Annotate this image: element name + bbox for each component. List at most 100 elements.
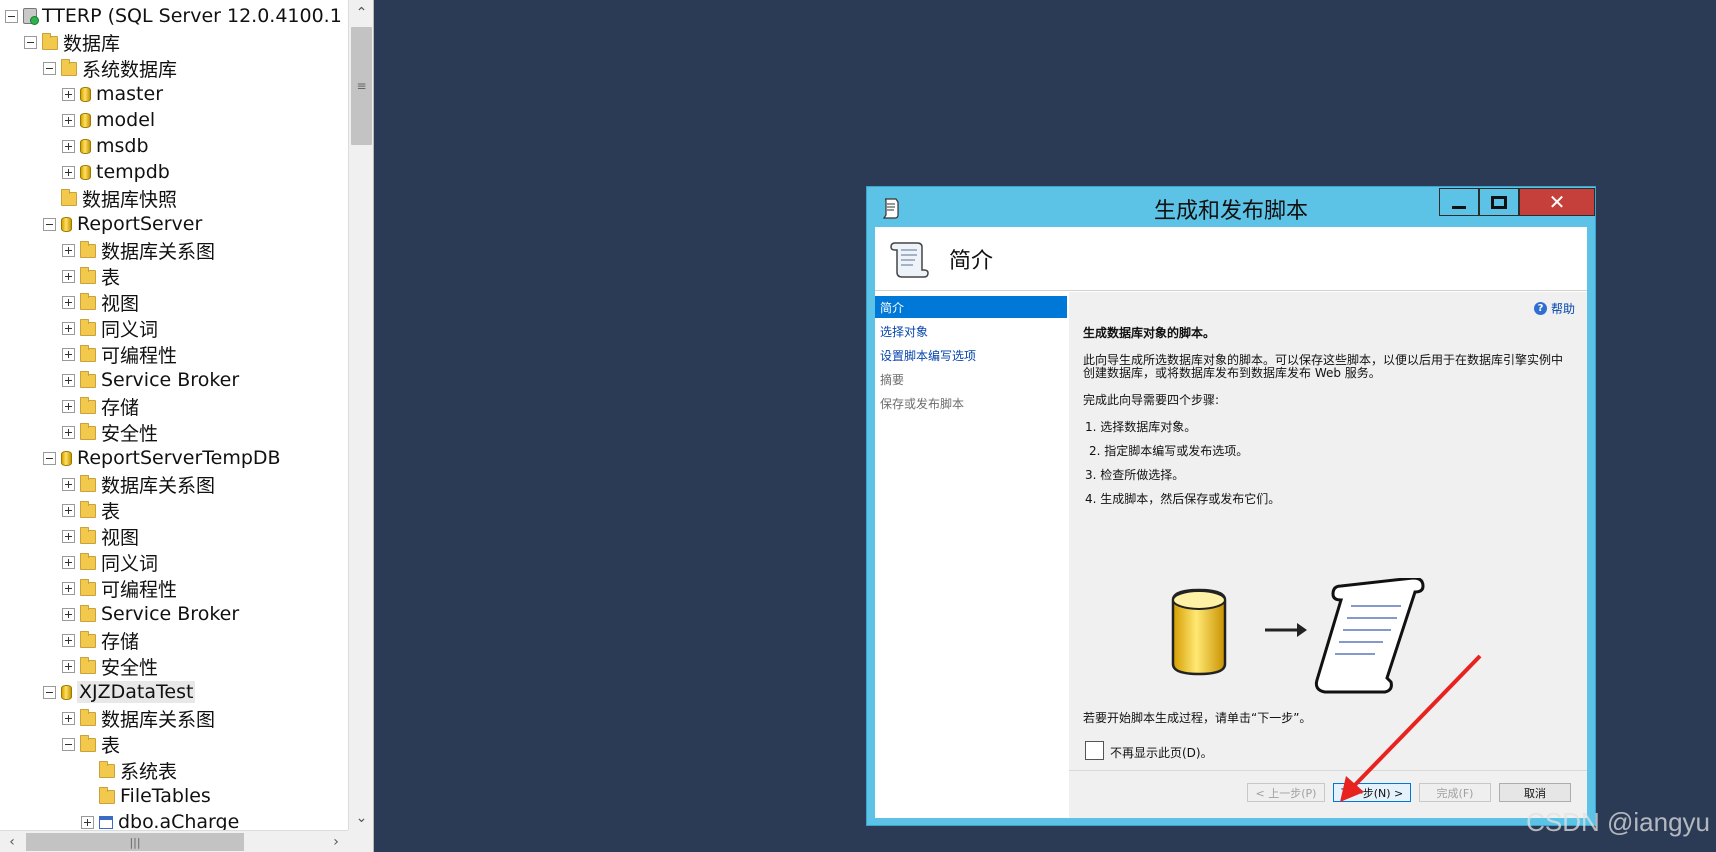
expand-icon[interactable] (62, 503, 75, 517)
tree-node[interactable]: 存储 (62, 627, 139, 653)
vertical-scrollbar[interactable]: ⌃ ≡ ⌄ (348, 0, 373, 830)
tree-node[interactable]: msdb (62, 133, 149, 159)
cancel-button[interactable]: 取消 (1499, 783, 1571, 802)
folder-icon (80, 605, 96, 622)
tree-node[interactable]: dbo.aCharge (81, 809, 239, 830)
minimize-button[interactable] (1439, 188, 1479, 216)
tree-node[interactable]: 数据库关系图 (62, 705, 215, 731)
collapse-icon[interactable] (43, 685, 56, 699)
folder-icon (80, 423, 96, 440)
tree-node[interactable]: 可编程性 (62, 575, 177, 601)
tree-node[interactable]: XJZDataTest (43, 679, 196, 705)
expand-icon[interactable] (62, 347, 75, 361)
tree-node[interactable]: 视图 (62, 523, 139, 549)
maximize-icon (1491, 195, 1507, 209)
tree-node[interactable]: ReportServerTempDB (43, 445, 281, 471)
tree-node[interactable]: Service Broker (62, 601, 239, 627)
folder-icon (80, 397, 96, 414)
tree-node[interactable]: master (62, 81, 163, 107)
collapse-icon[interactable] (43, 217, 56, 231)
tree-node[interactable]: 表 (62, 497, 120, 523)
scroll-left-icon[interactable]: ‹ (0, 831, 24, 852)
expand-icon[interactable] (62, 87, 75, 101)
expand-icon[interactable] (62, 633, 75, 647)
tree-node[interactable]: 数据库 (24, 29, 120, 55)
expand-icon[interactable] (81, 815, 94, 829)
content-description: 此向导生成所选数据库对象的脚本。可以保存这些脚本，以便以后用于在数据库引擎实例中… (1083, 353, 1564, 380)
watermark: CSDN @iangyu (1526, 807, 1710, 837)
tree-node[interactable]: 数据库关系图 (62, 237, 215, 263)
expand-icon[interactable] (62, 581, 75, 595)
scroll-right-icon[interactable]: › (324, 831, 348, 852)
tree-node[interactable]: FileTables (81, 783, 211, 809)
tree-node[interactable]: 安全性 (62, 653, 158, 679)
nav-item: 保存或发布脚本 (880, 396, 965, 411)
tree-node[interactable]: 数据库关系图 (62, 471, 215, 497)
expand-icon[interactable] (62, 269, 75, 283)
tree-node[interactable]: 视图 (62, 289, 139, 315)
expand-icon[interactable] (62, 295, 75, 309)
expand-icon[interactable] (62, 659, 75, 673)
dont-show-again-checkbox[interactable] (1085, 741, 1104, 760)
scroll-up-icon[interactable]: ⌃ (349, 0, 374, 25)
expand-icon[interactable] (62, 555, 75, 569)
horizontal-scrollbar[interactable]: ‹ ||| › (0, 830, 348, 852)
tree-node[interactable]: TTERP (SQL Server 12.0.4100.1 - sa) (5, 3, 348, 29)
collapse-icon[interactable] (5, 9, 18, 23)
vertical-scroll-thumb[interactable]: ≡ (351, 27, 372, 145)
expand-icon[interactable] (62, 113, 75, 127)
tree-node[interactable]: ReportServer (43, 211, 202, 237)
nav-item[interactable]: 设置脚本编写选项 (875, 344, 1067, 366)
tree-node-label: Service Broker (101, 369, 240, 391)
tree-node[interactable]: 可编程性 (62, 341, 177, 367)
expand-icon[interactable] (62, 243, 75, 257)
horizontal-scroll-thumb[interactable]: ||| (26, 833, 244, 851)
steps-intro: 完成此向导需要四个步骤: (1083, 393, 1220, 407)
tree-node[interactable]: Service Broker (62, 367, 239, 393)
folder-icon (80, 709, 96, 726)
database-icon (61, 684, 72, 700)
nav-item[interactable]: 选择对象 (875, 320, 1067, 342)
expand-icon[interactable] (62, 425, 75, 439)
database-icon (61, 216, 72, 232)
expand-icon[interactable] (62, 165, 75, 179)
wizard-footer: < 上一步(P) 下一步(N) > 完成(F) 取消 (1069, 770, 1587, 818)
wizard-titlebar[interactable]: 生成和发布脚本 ✕ (867, 187, 1595, 227)
scroll-down-icon[interactable]: ⌄ (349, 805, 374, 830)
maximize-button[interactable] (1479, 188, 1519, 216)
tree-node[interactable]: 安全性 (62, 419, 158, 445)
folder-icon (80, 657, 96, 674)
tree-node-label: ReportServerTempDB (77, 447, 281, 469)
collapse-icon[interactable] (62, 737, 75, 751)
close-button[interactable]: ✕ (1519, 188, 1595, 216)
tree-node[interactable]: 存储 (62, 393, 139, 419)
expand-icon[interactable] (62, 711, 75, 725)
help-link[interactable]: ? 帮助 (1533, 300, 1575, 317)
tree-node[interactable]: tempdb (62, 159, 170, 185)
collapse-icon[interactable] (24, 35, 37, 49)
expand-icon[interactable] (62, 321, 75, 335)
tree-node[interactable]: 表 (62, 263, 120, 289)
tree-node-label: tempdb (96, 161, 170, 183)
folder-icon (99, 761, 115, 778)
expand-icon[interactable] (62, 529, 75, 543)
expand-icon[interactable] (62, 399, 75, 413)
collapse-icon[interactable] (43, 451, 56, 465)
expand-icon[interactable] (62, 477, 75, 491)
expand-icon[interactable] (62, 139, 75, 153)
tree-node-label: model (96, 109, 156, 131)
nav-item[interactable]: 简介 (875, 296, 1067, 318)
tree-node[interactable]: 系统表 (81, 757, 177, 783)
nav-item: 摘要 (880, 372, 905, 387)
tree-node[interactable]: 同义词 (62, 549, 158, 575)
previous-button[interactable]: < 上一步(P) (1247, 783, 1325, 802)
collapse-icon[interactable] (43, 61, 56, 75)
tree-node[interactable]: 表 (62, 731, 120, 757)
expand-icon[interactable] (62, 373, 75, 387)
expand-icon[interactable] (62, 607, 75, 621)
tree-node[interactable]: 数据库快照 (43, 185, 177, 211)
help-label: 帮助 (1550, 302, 1575, 316)
tree-node[interactable]: model (62, 107, 155, 133)
tree-node[interactable]: 同义词 (62, 315, 158, 341)
tree-node[interactable]: 系统数据库 (43, 55, 177, 81)
